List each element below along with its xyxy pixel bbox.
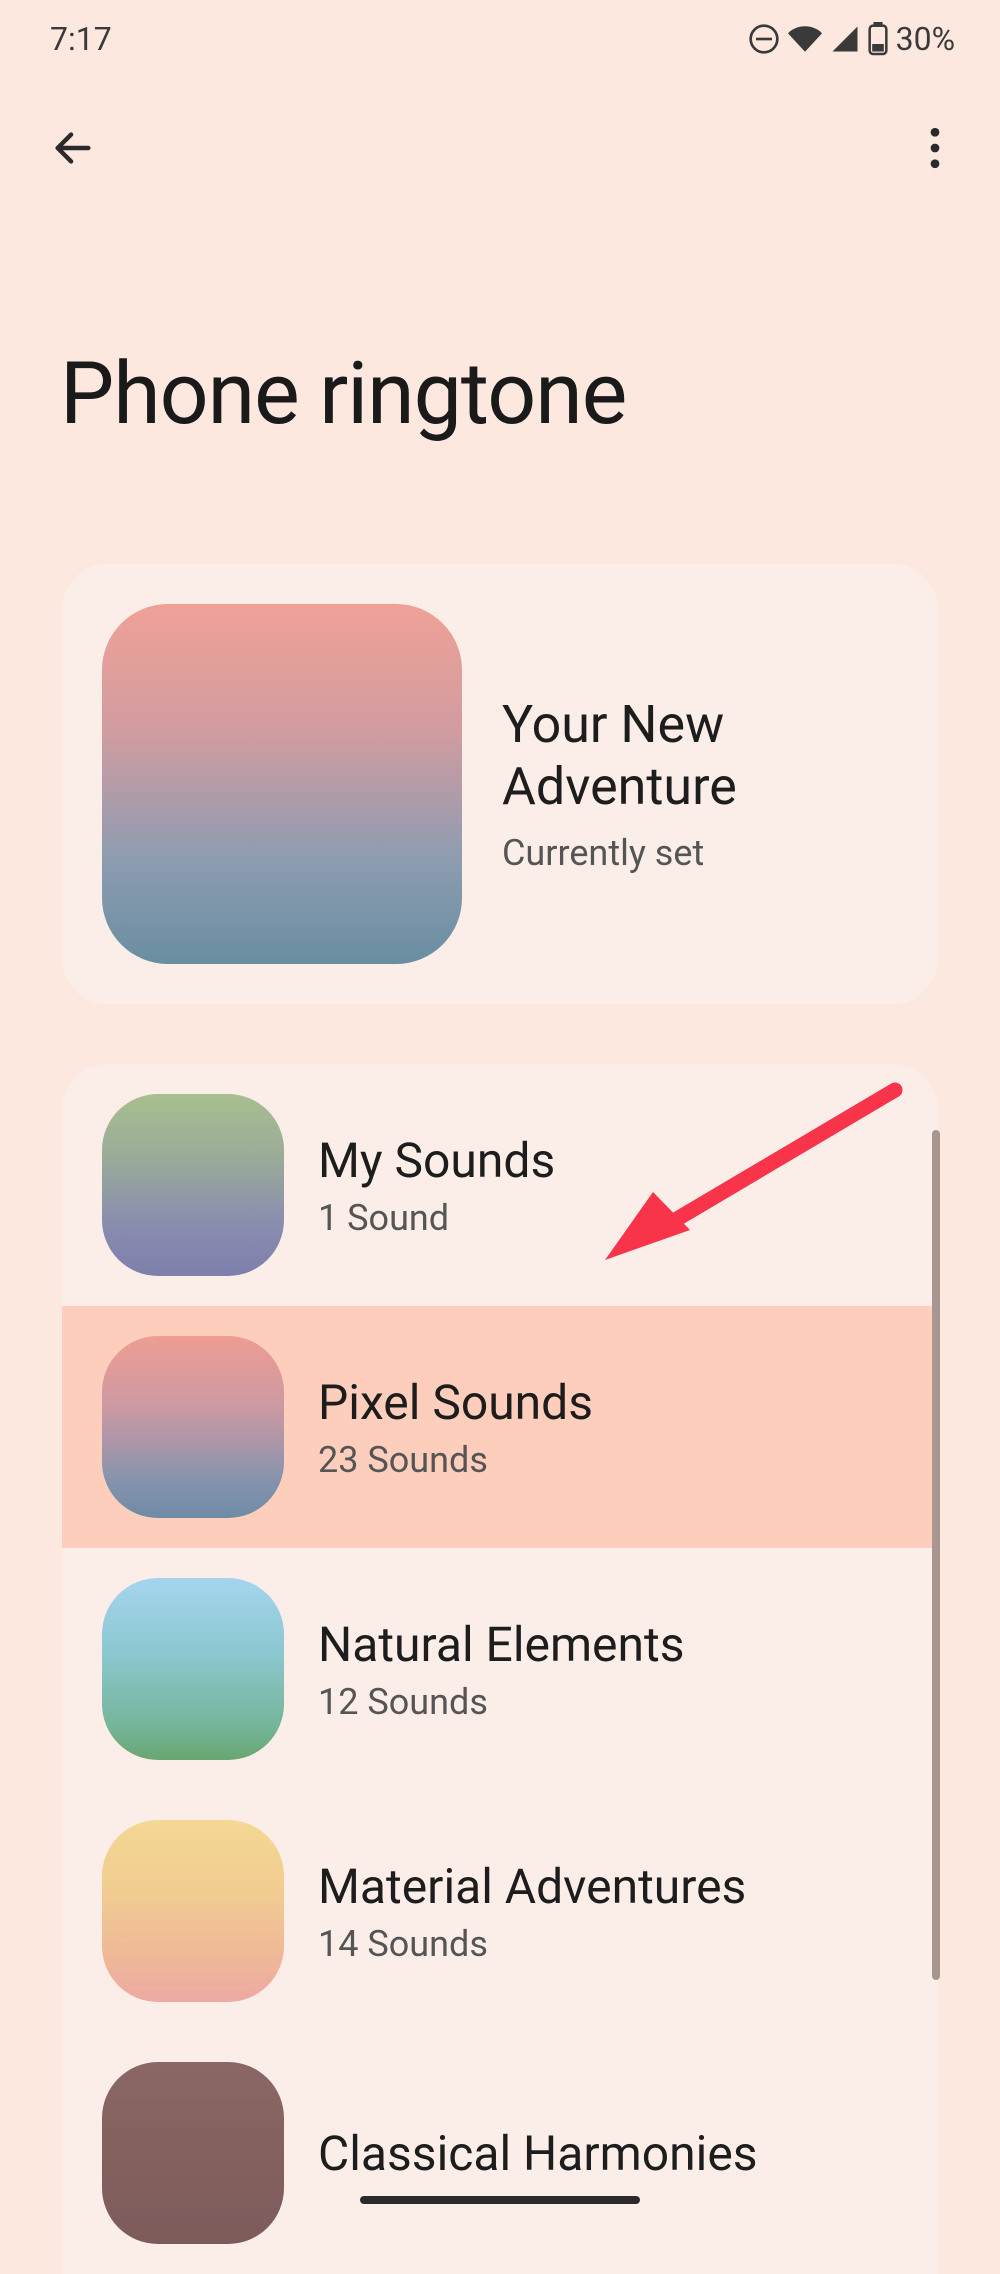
dnd-icon: [748, 23, 780, 55]
category-text: Material Adventures 14 Sounds: [318, 1858, 746, 1965]
signal-icon: [830, 24, 860, 54]
status-right: 30%: [748, 20, 955, 58]
status-bar: 7:17 30%: [0, 0, 1000, 73]
category-thumbnail: [102, 2062, 284, 2244]
more-button[interactable]: [915, 123, 955, 173]
category-title: Material Adventures: [318, 1858, 746, 1915]
category-thumbnail: [102, 1336, 284, 1518]
category-title: Classical Harmonies: [318, 2125, 758, 2182]
category-subtitle: 23 Sounds: [318, 1439, 593, 1481]
current-ringtone-subtitle: Currently set: [502, 832, 898, 874]
more-vert-icon: [929, 127, 941, 169]
page-title: Phone ringtone: [0, 203, 1000, 564]
arrow-left-icon: [50, 125, 96, 171]
category-item[interactable]: Natural Elements 12 Sounds: [62, 1548, 938, 1790]
category-title: My Sounds: [318, 1132, 555, 1189]
category-item[interactable]: Material Adventures 14 Sounds: [62, 1790, 938, 2032]
category-text: My Sounds 1 Sound: [318, 1132, 555, 1239]
category-text: Pixel Sounds 23 Sounds: [318, 1374, 593, 1481]
category-text: Natural Elements 12 Sounds: [318, 1616, 684, 1723]
category-item[interactable]: Pixel Sounds 23 Sounds: [62, 1306, 938, 1548]
category-subtitle: 1 Sound: [318, 1197, 555, 1239]
category-thumbnail: [102, 1094, 284, 1276]
category-thumbnail: [102, 1578, 284, 1760]
category-title: Natural Elements: [318, 1616, 684, 1673]
current-ringtone-card[interactable]: Your New Adventure Currently set: [62, 564, 938, 1004]
back-button[interactable]: [48, 123, 98, 173]
category-text: Classical Harmonies: [318, 2125, 758, 2182]
gesture-bar[interactable]: [360, 2196, 640, 2204]
category-subtitle: 12 Sounds: [318, 1681, 684, 1723]
current-ringtone-thumbnail: [102, 604, 462, 964]
current-ringtone-text: Your New Adventure Currently set: [502, 694, 898, 875]
wifi-icon: [788, 22, 822, 56]
category-list: My Sounds 1 Sound Pixel Sounds 23 Sounds Nat…: [62, 1064, 938, 2274]
category-title: Pixel Sounds: [318, 1374, 593, 1431]
category-subtitle: 14 Sounds: [318, 1923, 746, 1965]
battery-percentage: 30%: [896, 20, 955, 58]
current-ringtone-title: Your New Adventure: [502, 694, 898, 819]
status-time: 7:17: [50, 20, 112, 58]
scroll-indicator[interactable]: [932, 1130, 940, 1980]
category-thumbnail: [102, 1820, 284, 2002]
battery-icon: [868, 22, 888, 56]
category-item[interactable]: Classical Harmonies: [62, 2032, 938, 2274]
category-item[interactable]: My Sounds 1 Sound: [62, 1064, 938, 1306]
app-bar: [0, 73, 1000, 203]
